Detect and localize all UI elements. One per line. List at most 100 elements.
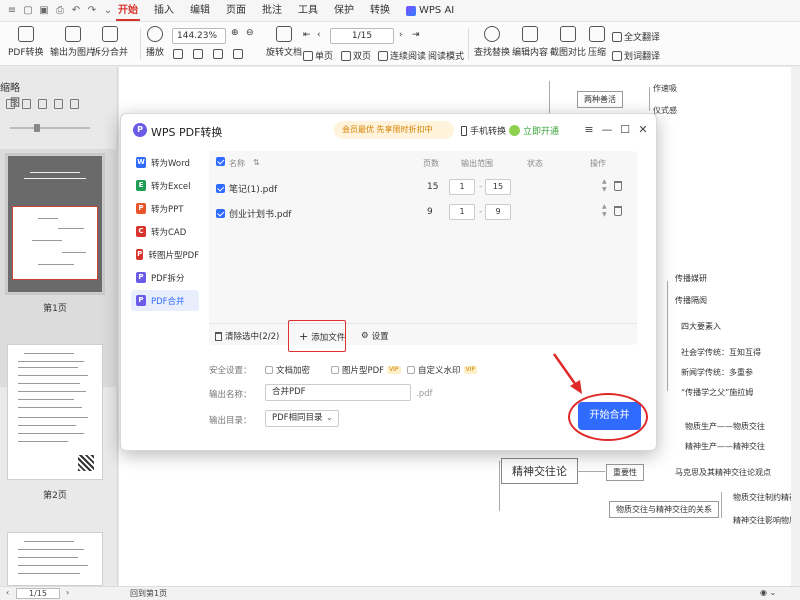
prev-page-icon[interactable]: ‹ bbox=[317, 30, 321, 40]
print-icon[interactable]: ⎙ bbox=[54, 4, 66, 16]
encrypt-checkbox[interactable]: 文档加密 bbox=[265, 364, 310, 376]
range-to-input[interactable]: 15 bbox=[485, 179, 511, 195]
fit-page-icon[interactable] bbox=[173, 49, 183, 59]
reorder-icon[interactable]: ▲ ▼ bbox=[602, 203, 607, 219]
menu-icon[interactable]: ≡ bbox=[6, 4, 18, 16]
file-checkbox[interactable] bbox=[216, 209, 225, 218]
screenshot-compare-button[interactable]: 截图对比 bbox=[550, 22, 586, 66]
prev-page-icon[interactable]: ‹ bbox=[6, 588, 9, 597]
vip-tag: VIP bbox=[387, 366, 401, 374]
tab-comment[interactable]: 批注 bbox=[254, 0, 290, 22]
output-dir-value: PDF相同目录 bbox=[272, 413, 323, 423]
tab-edit[interactable]: 编辑 bbox=[182, 0, 218, 22]
rotate-doc-button[interactable]: 旋转文档 bbox=[266, 22, 302, 66]
zoom-level-select[interactable]: 144.23% bbox=[172, 28, 226, 44]
undo-icon[interactable]: ↶ bbox=[70, 4, 82, 16]
tab-convert[interactable]: 转换 bbox=[362, 0, 398, 22]
mindmap-node: 作速吸 bbox=[653, 84, 677, 93]
double-page-button[interactable]: 双页 bbox=[341, 49, 371, 62]
view-mode-icon[interactable]: ◉ ⌄ bbox=[760, 588, 776, 597]
close-icon[interactable]: ✕ bbox=[637, 123, 649, 136]
zoom-out-icon[interactable]: ⊖ bbox=[246, 28, 254, 38]
fit-width-icon[interactable] bbox=[193, 49, 203, 59]
tab-page[interactable]: 页面 bbox=[218, 0, 254, 22]
single-page-button[interactable]: 单页 bbox=[303, 49, 333, 62]
menu-icon[interactable]: ≡ bbox=[583, 123, 595, 136]
vip-open-button[interactable]: 立即开通 bbox=[509, 124, 559, 137]
vertical-scrollbar[interactable] bbox=[791, 67, 800, 586]
range-from-input[interactable]: 1 bbox=[449, 179, 475, 195]
next-page-icon[interactable]: › bbox=[399, 30, 403, 40]
status-page-input[interactable]: 1/15 bbox=[16, 588, 60, 599]
export-image-button[interactable]: 输出为图片 bbox=[50, 22, 95, 66]
sidebar-item-pdf-split[interactable]: P PDF拆分 bbox=[131, 267, 199, 288]
page-number-input[interactable]: 1/15 bbox=[330, 28, 394, 44]
compress-button[interactable]: 压缩 bbox=[588, 22, 606, 66]
vip-promo-banner[interactable]: 会员最优 先享限时折扣中 bbox=[334, 121, 454, 139]
thumbnail-tool-icon[interactable] bbox=[6, 99, 15, 109]
maximize-icon[interactable]: ☐ bbox=[619, 123, 631, 136]
image-pdf-label: 图片型PDF bbox=[342, 366, 385, 376]
replace-page-icon[interactable] bbox=[54, 99, 63, 109]
word-translate-button[interactable]: 划词翻译 bbox=[612, 49, 660, 62]
file-row[interactable]: 创业计划书.pdf 9 1 - 9 ▲ ▼ bbox=[209, 201, 637, 225]
thumbnail-page-2[interactable] bbox=[7, 344, 103, 480]
tab-tools[interactable]: 工具 bbox=[290, 0, 326, 22]
add-file-button[interactable]: + 添加文件 bbox=[299, 330, 345, 343]
mobile-convert-button[interactable]: 手机转换 bbox=[461, 124, 506, 137]
file-checkbox[interactable] bbox=[216, 184, 225, 193]
play-button[interactable]: 播放 bbox=[146, 22, 164, 66]
sidebar-item-to-image-pdf[interactable]: P 转图片型PDF bbox=[131, 244, 199, 265]
tab-protect[interactable]: 保护 bbox=[326, 0, 362, 22]
cad-icon: C bbox=[136, 226, 146, 237]
full-translate-button[interactable]: 全文翻译 bbox=[612, 30, 660, 43]
sidebar-item-pdf-merge[interactable]: P PDF合并 bbox=[131, 290, 199, 311]
back-to-first-page-link[interactable]: 回到第1页 bbox=[130, 588, 167, 599]
clear-selected-button[interactable]: 清除选中(2/2) bbox=[215, 330, 279, 342]
select-tool-icon[interactable] bbox=[233, 49, 243, 59]
extract-page-icon[interactable] bbox=[38, 99, 47, 109]
select-all-checkbox[interactable] bbox=[216, 157, 225, 166]
image-pdf-checkbox[interactable]: 图片型PDF VIP bbox=[331, 364, 401, 376]
slider-handle[interactable] bbox=[34, 124, 40, 132]
tab-wps-ai[interactable]: WPS AI bbox=[398, 0, 462, 22]
sidebar-item-to-word[interactable]: W 转为Word bbox=[131, 152, 199, 173]
actual-size-icon[interactable] bbox=[213, 49, 223, 59]
file-row[interactable]: 笔记(1).pdf 15 1 - 15 ▲ ▼ bbox=[209, 176, 637, 200]
open-file-icon[interactable]: ▢ bbox=[22, 4, 34, 16]
next-page-icon[interactable]: › bbox=[66, 588, 69, 597]
save-icon[interactable]: ▣ bbox=[38, 4, 50, 16]
find-replace-button[interactable]: 查找替换 bbox=[474, 22, 510, 66]
pdf-convert-button[interactable]: PDF转换 bbox=[8, 22, 44, 66]
sidebar-item-to-cad[interactable]: C 转为CAD bbox=[131, 221, 199, 242]
last-page-icon[interactable]: ⇥ bbox=[412, 30, 420, 40]
thumbnail-page-1[interactable] bbox=[5, 153, 105, 295]
watermark-checkbox[interactable]: 自定义水印 VIP bbox=[407, 364, 478, 376]
delete-icon[interactable] bbox=[614, 206, 622, 216]
output-name-input[interactable]: 合并PDF bbox=[265, 384, 411, 401]
start-merge-button[interactable]: 开始合并 bbox=[578, 402, 641, 430]
continuous-read-button[interactable]: 连续阅读 bbox=[378, 49, 426, 62]
insert-page-icon[interactable] bbox=[22, 99, 31, 109]
edit-content-button[interactable]: 编辑内容 bbox=[512, 22, 548, 66]
redo-icon[interactable]: ↷ bbox=[86, 4, 98, 16]
range-to-input[interactable]: 9 bbox=[485, 204, 511, 220]
output-dir-select[interactable]: PDF相同目录 ⌄ bbox=[265, 410, 339, 427]
tab-home[interactable]: 开始 bbox=[110, 0, 146, 22]
minimize-icon[interactable]: — bbox=[601, 123, 613, 136]
settings-button[interactable]: ⚙ 设置 bbox=[361, 330, 389, 342]
split-merge-button[interactable]: 拆分合并 bbox=[92, 22, 128, 66]
zoom-in-icon[interactable]: ⊕ bbox=[231, 28, 239, 38]
delete-icon[interactable] bbox=[614, 181, 622, 191]
thumbnail-page-3[interactable] bbox=[7, 532, 103, 586]
delete-page-icon[interactable] bbox=[70, 99, 79, 109]
sidebar-item-to-ppt[interactable]: P 转为PPT bbox=[131, 198, 199, 219]
reorder-icon[interactable]: ▲ ▼ bbox=[602, 178, 607, 194]
sort-icon[interactable]: ⇅ bbox=[253, 158, 260, 167]
thumbnail-size-slider[interactable] bbox=[10, 124, 90, 132]
first-page-icon[interactable]: ⇤ bbox=[303, 30, 311, 40]
reading-mode-button[interactable]: 阅读模式 bbox=[428, 49, 464, 62]
tab-insert[interactable]: 插入 bbox=[146, 0, 182, 22]
range-from-input[interactable]: 1 bbox=[449, 204, 475, 220]
sidebar-item-to-excel[interactable]: E 转为Excel bbox=[131, 175, 199, 196]
